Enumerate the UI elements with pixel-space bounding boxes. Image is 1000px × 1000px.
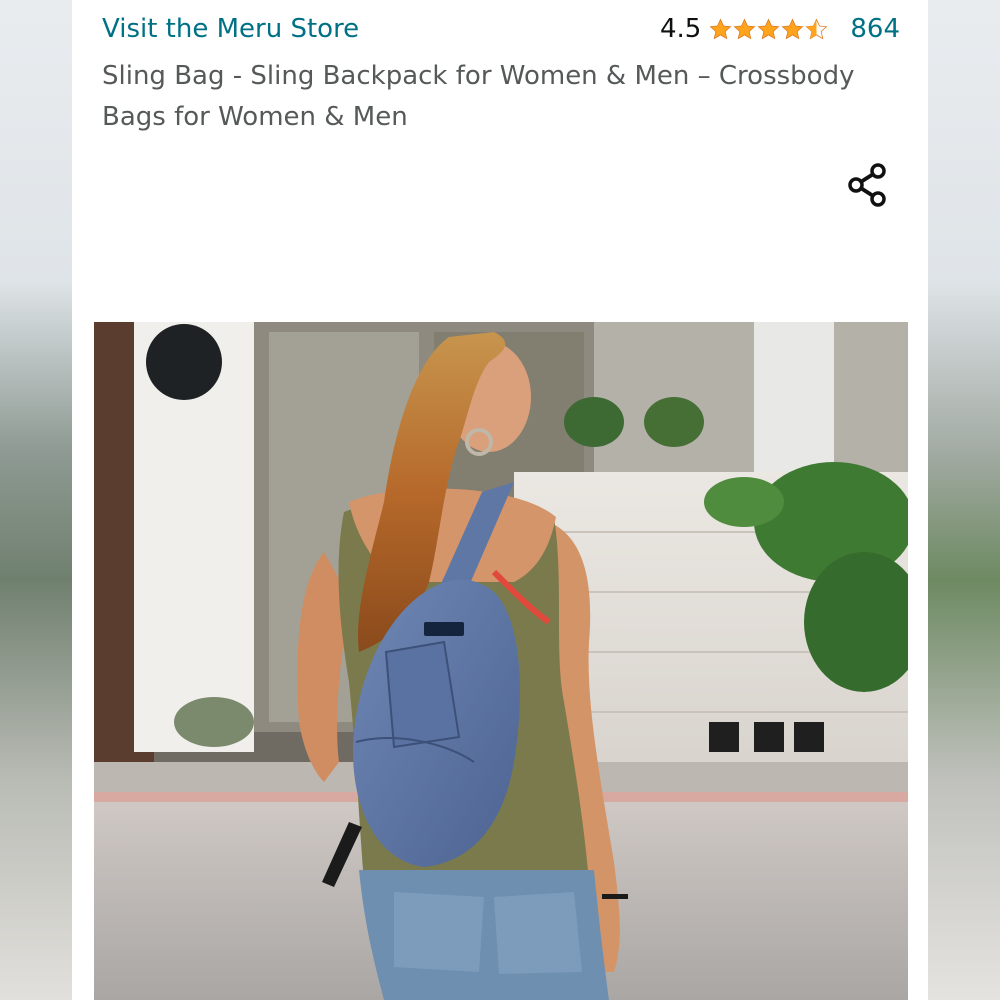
star-icon [733, 18, 756, 39]
star-icon [709, 18, 732, 39]
star-rating [709, 18, 828, 41]
share-icon [848, 163, 886, 207]
product-title: Sling Bag - Sling Backpack for Women & M… [102, 61, 855, 132]
blurred-background-left [0, 0, 72, 1000]
product-photo [94, 322, 908, 1000]
share-button[interactable] [844, 160, 890, 210]
product-panel: Visit the Meru Store 4.5 864 Sling Bag -… [72, 0, 928, 1000]
blurred-background-right [928, 0, 1000, 1000]
star-icon [781, 18, 804, 39]
review-count-link[interactable]: 864 [850, 14, 900, 44]
half-star-icon [805, 18, 828, 39]
rating-value: 4.5 [660, 14, 702, 44]
store-link[interactable]: Visit the Meru Store [102, 14, 359, 44]
rating-summary[interactable]: 4.5 864 [660, 14, 900, 44]
star-icon [757, 18, 780, 39]
product-image[interactable] [94, 322, 908, 1000]
